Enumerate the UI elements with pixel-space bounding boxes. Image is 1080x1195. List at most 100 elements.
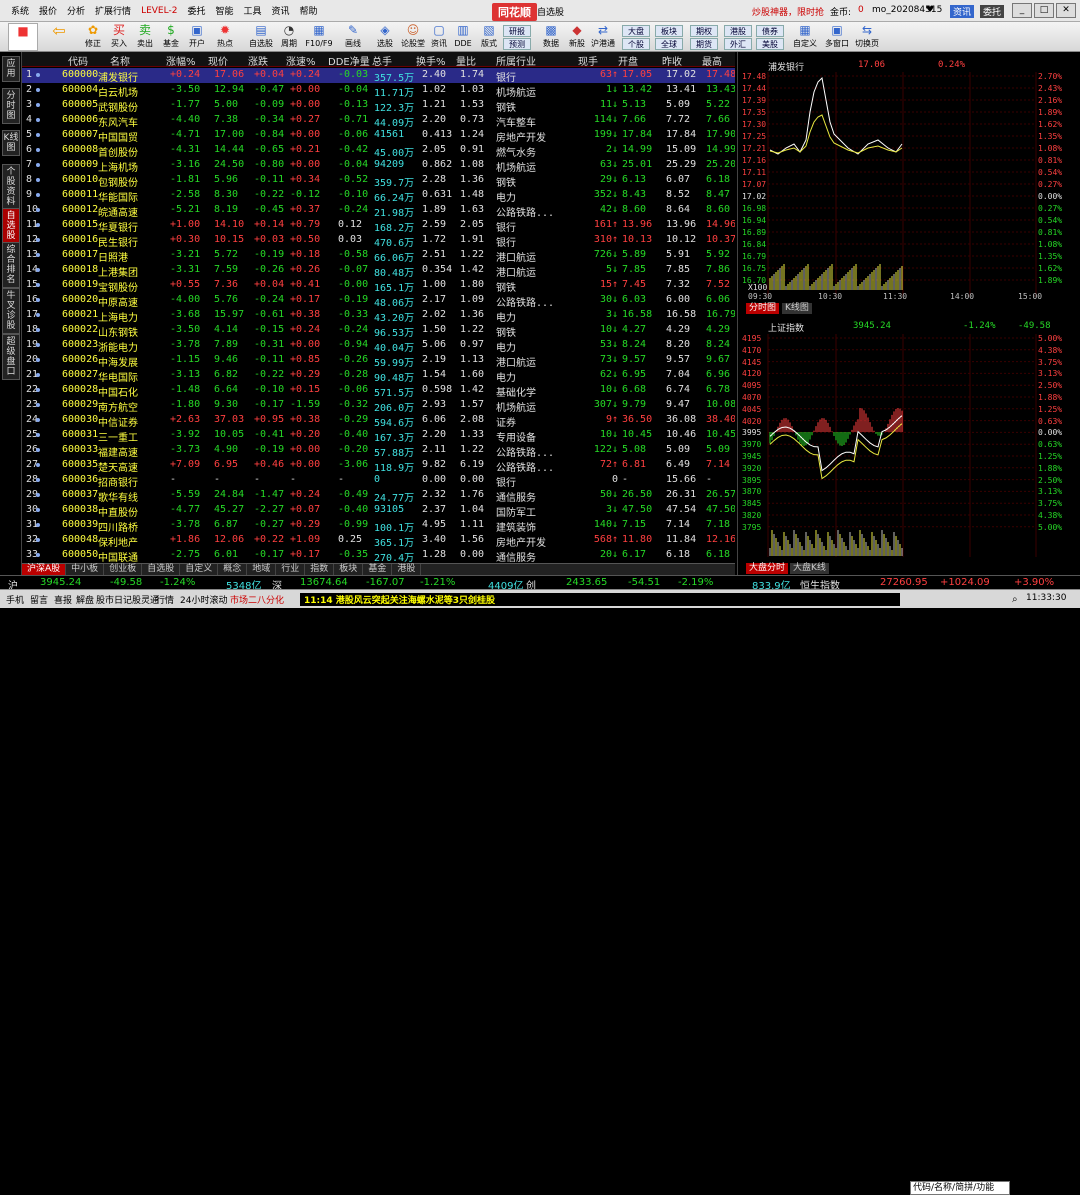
col-vol-ratio[interactable]: 量比 xyxy=(456,53,476,68)
nav-apps[interactable]: 应用 xyxy=(2,56,20,82)
col-prev-close[interactable]: 昨收 xyxy=(662,53,682,68)
col-speed[interactable]: 涨速% xyxy=(286,53,316,68)
table-row[interactable]: 1 600000 浦发银行 +0.24 17.06 +0.04 +0.24 -0.03 357.… xyxy=(22,68,735,84)
tab-kline[interactable]: K线图 xyxy=(782,303,812,314)
app-grid-icon[interactable]: ■ xyxy=(8,23,38,51)
news-button[interactable]: 资讯 xyxy=(950,5,975,18)
nav-stock-profile[interactable]: 个股资料 xyxy=(2,164,20,210)
stock-button[interactable]: 个股 xyxy=(622,38,650,50)
menu-smart[interactable]: 智能 xyxy=(210,4,238,17)
table-row[interactable]: 33 600050 中国联通 -2.75 6.01 -0.17 +0.17 -0.35 270.… xyxy=(22,548,735,563)
tab-market-4[interactable]: 自定义 xyxy=(180,564,219,575)
table-row[interactable]: 11 600015 华夏银行 +1.00 14.10 +0.14 +0.79 0.12 168.… xyxy=(22,218,735,234)
hk-connect-button[interactable]: ⇄ 沪港通 xyxy=(588,23,618,51)
user-icon[interactable]: ♥ xyxy=(926,5,934,15)
table-row[interactable]: 8 600010 包钢股份 -1.81 5.96 -0.11 +0.34 -0.52 359.7… xyxy=(22,173,735,189)
col-code[interactable]: 代码 xyxy=(68,53,88,68)
table-row[interactable]: 10 600012 皖通高速 -5.21 8.19 -0.45 +0.37 -0.24 21.9… xyxy=(22,203,735,219)
tab-market-2[interactable]: 创业板 xyxy=(104,564,143,575)
tab-market-3[interactable]: 自选股 xyxy=(142,564,181,575)
table-row[interactable]: 4 600006 东风汽车 -4.40 7.38 -0.34 +0.27 -0.71 44.09… xyxy=(22,113,735,129)
link-diary[interactable]: 股市日记 xyxy=(96,593,132,606)
col-open[interactable]: 开盘 xyxy=(618,53,638,68)
col-turnover[interactable]: 换手% xyxy=(416,53,446,68)
market-note[interactable]: 市场二八分化 xyxy=(230,593,284,606)
table-row[interactable]: 28 600036 招商银行 - - - - -0 0.00 0.00 银行 0-15.66- xyxy=(22,473,735,489)
search-input[interactable]: 代码/名称/简拼/功能 xyxy=(910,1181,1010,1195)
tab-market-11[interactable]: 港股 xyxy=(392,564,422,575)
tab-market-7[interactable]: 行业 xyxy=(276,564,306,575)
tab-market-9[interactable]: 板块 xyxy=(334,564,364,575)
table-row[interactable]: 5 600007 中国国贸 -4.71 17.00 -0.84 +0.00 -0.06 4156… xyxy=(22,128,735,144)
market-button[interactable]: 大盘 xyxy=(622,25,650,37)
futures-button[interactable]: 期货 xyxy=(690,38,718,50)
nav-diagnosis[interactable]: 牛叉诊股 xyxy=(2,288,20,334)
table-row[interactable]: 18 600022 山东钢铁 -3.50 4.14 -0.15 +0.24 -0.24 96.5… xyxy=(22,323,735,339)
link-analysis[interactable]: 解盘 xyxy=(76,593,94,606)
col-dde[interactable]: DDE净量 xyxy=(328,53,370,68)
nav-watchlist[interactable]: 自选股 xyxy=(2,208,20,244)
table-row[interactable]: 32 600048 保利地产 +1.86 12.06 +0.22 +1.09 0.25 365.… xyxy=(22,533,735,549)
menu-quote[interactable]: 报价 xyxy=(34,4,62,17)
watchlist-button[interactable]: ▤ 自选股 xyxy=(246,23,276,51)
hot-button[interactable]: ✹ 热点 xyxy=(210,23,240,51)
menu-ext-quote[interactable]: 扩展行情 xyxy=(90,4,136,17)
tab-market-6[interactable]: 地域 xyxy=(247,564,277,575)
table-row[interactable]: 19 600023 浙能电力 -3.78 7.89 -0.31 +0.00 -0.94 40.0… xyxy=(22,338,735,354)
table-row[interactable]: 7 600009 上海机场 -3.16 24.50 -0.80 +0.00 -0.04 9420… xyxy=(22,158,735,174)
back-button[interactable]: ⇦ xyxy=(44,23,74,51)
table-row[interactable]: 24 600030 中信证券 +2.63 37.03 +0.95 +0.38 -0.29 594… xyxy=(22,413,735,429)
tab-market-0[interactable]: 沪深A股 xyxy=(22,564,67,575)
link-mobile[interactable]: 手机 xyxy=(6,593,24,606)
tab-market-kline[interactable]: 大盘K线 xyxy=(790,563,829,574)
nav-super-panel[interactable]: 超级盘口 xyxy=(2,334,20,380)
news-ticker[interactable]: 11:14 港股风云突起关注海螺水泥等3只剑桂股 xyxy=(300,593,900,606)
table-row[interactable]: 12 600016 民生银行 +0.30 10.15 +0.03 +0.50 0.03 470.… xyxy=(22,233,735,249)
stock-pick-button[interactable]: ◈ 选股 xyxy=(370,23,400,51)
trade-button[interactable]: 委托 xyxy=(980,5,1005,18)
draw-button[interactable]: ✎ 画线 xyxy=(338,23,368,51)
menu-news[interactable]: 资讯 xyxy=(266,4,294,17)
col-industry[interactable]: 所属行业 xyxy=(496,53,536,68)
table-row[interactable]: 26 600033 福建高速 -3.73 4.90 -0.19 +0.00 -0.20 57.8… xyxy=(22,443,735,459)
tab-market-timeshare[interactable]: 大盘分时 xyxy=(746,563,789,574)
table-row[interactable]: 23 600029 南方航空 -1.80 9.30 -0.17 -1.59 -0.32 206.… xyxy=(22,398,735,414)
sector-button[interactable]: 板块 xyxy=(655,25,683,37)
table-row[interactable]: 21 600027 华电国际 -3.13 6.82 -0.22 +0.29 -0.28 90.4… xyxy=(22,368,735,384)
table-row[interactable]: 29 600037 歌华有线 -5.59 24.84 -1.47 +0.24 -0.49 24.… xyxy=(22,488,735,504)
link-good-news[interactable]: 喜报 xyxy=(54,593,72,606)
link-stock-spirit[interactable]: 股灵通 xyxy=(132,593,159,606)
link-message[interactable]: 留言 xyxy=(30,593,48,606)
options-button[interactable]: 期权 xyxy=(690,25,718,37)
col-high[interactable]: 最高 xyxy=(702,53,722,68)
multi-window-button[interactable]: ▣ 多窗口 xyxy=(822,23,852,51)
hk-stock-button[interactable]: 港股 xyxy=(724,25,752,37)
promo-link[interactable]: 炒股神器，限时抢 xyxy=(752,5,824,18)
close-icon[interactable]: ✕ xyxy=(1056,3,1076,18)
table-row[interactable]: 27 600035 楚天高速 +7.09 6.95 +0.46 +0.00 -3.06 118.… xyxy=(22,458,735,474)
table-row[interactable]: 13 600017 日照港 -3.21 5.72 -0.19 +0.18 -0.58 66.06… xyxy=(22,248,735,264)
tab-timeshare[interactable]: 分时图 xyxy=(746,303,780,314)
table-row[interactable]: 6 600008 首创股份 -4.31 14.44 -0.65 +0.21 -0.42 45.0… xyxy=(22,143,735,159)
col-chg[interactable]: 涨跌 xyxy=(248,53,268,68)
menu-level2[interactable]: LEVEL-2 xyxy=(136,6,182,16)
nav-ranking[interactable]: 综合排名 xyxy=(2,242,20,288)
maximize-icon[interactable]: □ xyxy=(1034,3,1054,18)
table-row[interactable]: 22 600028 中国石化 -1.48 6.64 -0.10 +0.15 -0.06 571.… xyxy=(22,383,735,399)
forecast-button[interactable]: 预测 xyxy=(503,38,531,50)
open-account-button[interactable]: ▣ 开户 xyxy=(182,23,212,51)
link-24h-news[interactable]: 24小时滚动 xyxy=(180,593,227,606)
switch-page-button[interactable]: ⇆ 切换页 xyxy=(852,23,882,51)
period-button[interactable]: ◔ 周期 xyxy=(274,23,304,51)
col-name[interactable]: 名称 xyxy=(110,53,130,68)
tab-market-1[interactable]: 中小板 xyxy=(66,564,105,575)
forex-button[interactable]: 外汇 xyxy=(724,38,752,50)
tab-market-10[interactable]: 基金 xyxy=(363,564,393,575)
table-row[interactable]: 20 600026 中海发展 -1.15 9.46 -0.11 +0.85 -0.26 59.9… xyxy=(22,353,735,369)
bond-button[interactable]: 债券 xyxy=(756,25,784,37)
table-row[interactable]: 3 600005 武钢股份 -1.77 5.00 -0.09 +0.00 -0.13 122.3… xyxy=(22,98,735,114)
menu-system[interactable]: 系统 xyxy=(6,4,34,17)
table-row[interactable]: 30 600038 中直股份 -4.77 45.27 -2.27 +0.07 -0.40 931… xyxy=(22,503,735,519)
link-quote[interactable]: 行情 xyxy=(156,593,174,606)
menu-analysis[interactable]: 分析 xyxy=(62,4,90,17)
